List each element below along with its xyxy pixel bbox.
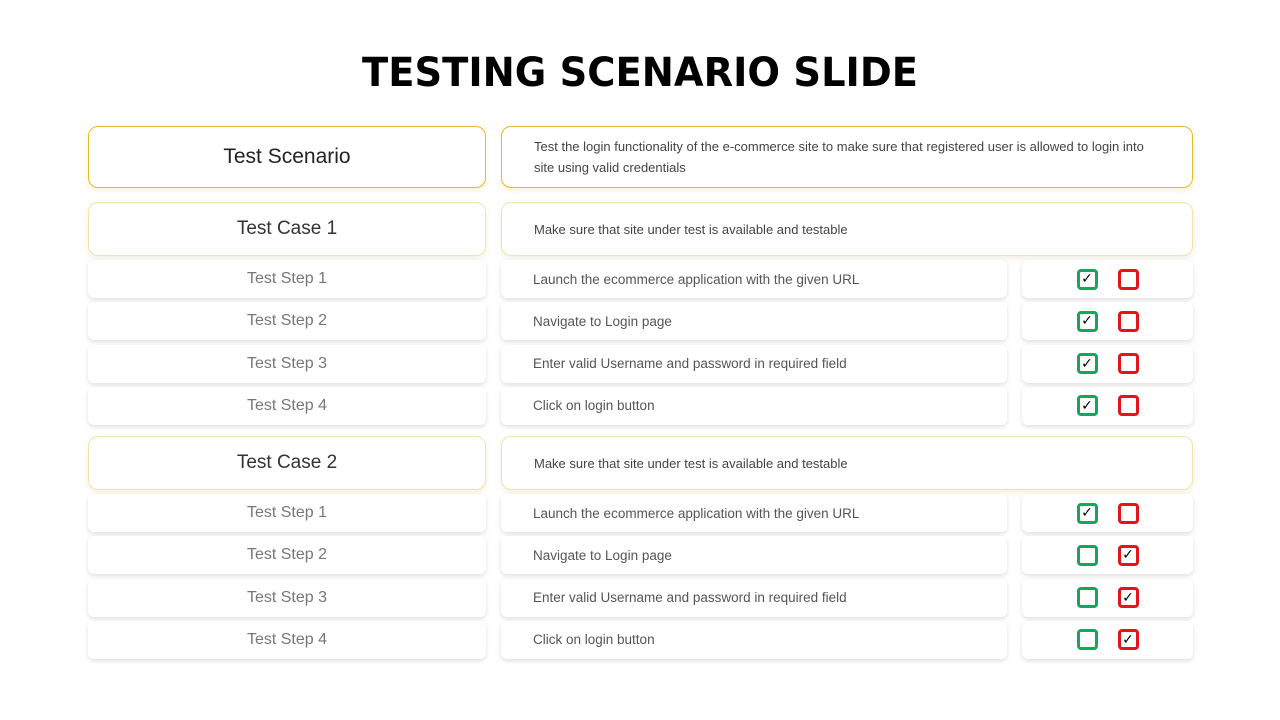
test-step-label-card: Test Step 1: [88, 260, 486, 298]
check-mark-icon: ✓: [1081, 355, 1093, 372]
check-mark-icon: ✓: [1081, 271, 1093, 287]
test-step-result-card: ✓: [1022, 494, 1193, 532]
test-step-description-card: Launch the ecommerce application with th…: [501, 260, 1007, 298]
test-step-description-card: Navigate to Login page: [501, 536, 1007, 575]
pass-checkbox[interactable]: [1076, 629, 1098, 651]
test-step-description: Enter valid Username and password in req…: [533, 590, 847, 606]
test-case-description-card: Make sure that site under test is availa…: [501, 202, 1193, 256]
fail-checkbox[interactable]: ✓: [1117, 587, 1139, 609]
fail-checkbox[interactable]: [1117, 268, 1139, 290]
pass-checkbox[interactable]: ✓: [1076, 268, 1098, 290]
fail-checkbox[interactable]: ✓: [1117, 544, 1139, 566]
test-step-description: Enter valid Username and password in req…: [533, 356, 847, 372]
test-step-description-card: Click on login button: [501, 620, 1007, 659]
test-scenario-description-card: Test the login functionality of the e-co…: [501, 126, 1193, 188]
test-case-label: Test Case 1: [236, 218, 338, 239]
test-step-label-card: Test Step 3: [88, 578, 486, 617]
test-step-result-card: ✓: [1022, 536, 1193, 575]
test-step-description-card: Enter valid Username and password in req…: [501, 578, 1007, 617]
test-step-description: Launch the ecommerce application with th…: [533, 505, 860, 521]
test-step-result-card: ✓: [1022, 260, 1193, 298]
test-scenario-label-card: Test Scenario: [88, 126, 486, 188]
test-step-label-card: Test Step 2: [88, 302, 486, 341]
test-step-result-card: ✓: [1022, 344, 1193, 383]
pass-checkbox[interactable]: ✓: [1076, 502, 1098, 524]
pass-checkbox[interactable]: [1076, 544, 1098, 566]
test-step-label-card: Test Step 2: [88, 536, 486, 575]
check-mark-icon: ✓: [1122, 631, 1134, 648]
fail-checkbox[interactable]: [1117, 310, 1139, 332]
pass-checkbox[interactable]: ✓: [1076, 395, 1098, 417]
test-step-label: Test Step 4: [246, 630, 328, 648]
test-step-label-card: Test Step 1: [88, 494, 486, 532]
test-step-label-card: Test Step 3: [88, 344, 486, 383]
test-step-result-card: ✓: [1022, 620, 1193, 659]
fail-checkbox[interactable]: [1117, 502, 1139, 524]
test-step-description: Click on login button: [533, 632, 655, 648]
check-mark-icon: ✓: [1122, 547, 1134, 564]
test-step-result-card: ✓: [1022, 302, 1193, 341]
slide-title: TESTING SCENARIO SLIDE: [362, 50, 918, 96]
pass-checkbox[interactable]: ✓: [1076, 353, 1098, 375]
pass-checkbox[interactable]: [1076, 587, 1098, 609]
pass-checkbox[interactable]: ✓: [1076, 310, 1098, 332]
test-step-description: Launch the ecommerce application with th…: [533, 271, 860, 287]
test-case-label: Test Case 2: [236, 452, 338, 473]
test-step-label: Test Step 3: [246, 354, 328, 372]
fail-checkbox[interactable]: ✓: [1117, 629, 1139, 651]
test-step-result-card: ✓: [1022, 386, 1193, 425]
test-step-label: Test Step 1: [246, 504, 328, 521]
test-step-description: Navigate to Login page: [533, 313, 672, 329]
test-step-label-card: Test Step 4: [88, 620, 486, 659]
test-case-description-card: Make sure that site under test is availa…: [501, 436, 1193, 490]
check-mark-icon: ✓: [1122, 589, 1134, 606]
test-step-label: Test Step 4: [246, 396, 328, 414]
test-step-label: Test Step 3: [246, 588, 328, 606]
test-step-label: Test Step 2: [246, 312, 328, 330]
test-case-label-card: Test Case 2: [88, 436, 486, 490]
check-mark-icon: ✓: [1081, 505, 1093, 521]
test-step-description: Click on login button: [533, 398, 655, 414]
test-step-label: Test Step 2: [246, 546, 328, 564]
test-case-description: Make sure that site under test is availa…: [534, 455, 848, 471]
test-case-label-card: Test Case 1: [88, 202, 486, 256]
test-scenario-label: Test Scenario: [223, 145, 351, 168]
test-step-result-card: ✓: [1022, 578, 1193, 617]
test-step-label-card: Test Step 4: [88, 386, 486, 425]
test-step-description-card: Enter valid Username and password in req…: [501, 344, 1007, 383]
check-mark-icon: ✓: [1081, 313, 1093, 330]
test-step-description-card: Navigate to Login page: [501, 302, 1007, 341]
test-step-description-card: Click on login button: [501, 386, 1007, 425]
test-step-label: Test Step 1: [246, 270, 328, 287]
test-step-description: Navigate to Login page: [533, 547, 672, 563]
test-case-description: Make sure that site under test is availa…: [534, 221, 848, 237]
test-step-description-card: Launch the ecommerce application with th…: [501, 494, 1007, 532]
test-scenario-description: Test the login functionality of the e-co…: [534, 139, 1144, 175]
check-mark-icon: ✓: [1081, 397, 1093, 414]
fail-checkbox[interactable]: [1117, 395, 1139, 417]
fail-checkbox[interactable]: [1117, 353, 1139, 375]
